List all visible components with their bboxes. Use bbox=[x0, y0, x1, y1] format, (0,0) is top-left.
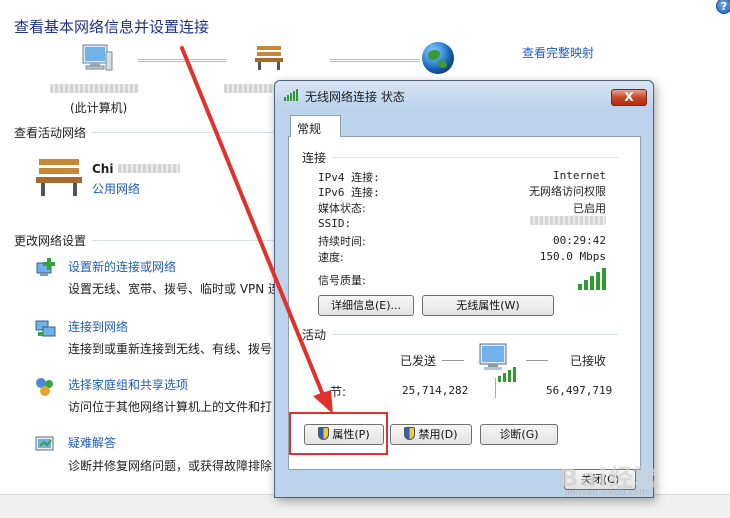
tab-general[interactable]: 常规 bbox=[290, 115, 341, 137]
change-settings-heading: 更改网络设置 bbox=[14, 234, 87, 248]
ipv6-value: 无网络访问权限 bbox=[529, 185, 606, 198]
bytes-sent-value: 25,714,282 bbox=[402, 384, 469, 397]
this-computer-label: (此计算机) bbox=[70, 101, 128, 115]
ipv4-label: IPv4 连接: bbox=[318, 171, 380, 184]
bytes-label: 节: bbox=[330, 385, 347, 399]
troubleshoot-icon bbox=[35, 436, 54, 451]
signal-bar bbox=[590, 276, 594, 290]
activity-group-title: 活动 bbox=[302, 328, 327, 342]
connection-line bbox=[330, 59, 420, 62]
connection-line bbox=[138, 59, 226, 62]
section-divider bbox=[92, 240, 276, 241]
activity-divider bbox=[495, 378, 496, 398]
ssid-label: SSID: bbox=[318, 217, 352, 230]
wireless-properties-button[interactable]: 无线属性(W) bbox=[422, 295, 554, 316]
task-link-new-connection[interactable]: 设置新的连接或网络 bbox=[68, 258, 176, 275]
network-activity-icon bbox=[479, 343, 516, 382]
task-link-connect-network[interactable]: 连接到网络 bbox=[68, 318, 128, 335]
computer-icon bbox=[82, 44, 113, 71]
internet-globe-icon bbox=[422, 42, 454, 74]
task-desc-homegroup: 访问位于其他网络计算机上的文件和打 bbox=[68, 400, 273, 414]
signal-bar bbox=[578, 284, 582, 290]
wireless-signal-icon bbox=[284, 89, 298, 101]
task-link-homegroup[interactable]: 选择家庭组和共享选项 bbox=[68, 376, 188, 393]
task-link-troubleshoot[interactable]: 疑难解答 bbox=[68, 434, 116, 451]
watermark-url: jingyan.baidu.com bbox=[565, 488, 649, 498]
activity-line bbox=[526, 360, 548, 361]
new-connection-icon bbox=[36, 258, 55, 276]
active-networks-heading: 查看活动网络 bbox=[14, 126, 87, 140]
signal-bar bbox=[602, 268, 606, 290]
duration-value: 00:29:42 bbox=[553, 234, 606, 247]
speed-label: 速度: bbox=[318, 251, 344, 264]
details-button[interactable]: 详细信息(E)... bbox=[318, 295, 414, 316]
signal-strength-icon bbox=[578, 268, 606, 290]
close-button[interactable]: X bbox=[611, 89, 647, 106]
uac-shield-icon bbox=[404, 427, 416, 440]
highlight-box bbox=[289, 412, 388, 455]
computer-name-blurred bbox=[50, 84, 138, 93]
network-name-blurred bbox=[118, 164, 180, 173]
bench-icon bbox=[255, 46, 283, 70]
connect-network-icon bbox=[35, 320, 56, 337]
network-name-blurred bbox=[224, 84, 274, 93]
dialog-titlebar[interactable]: 无线网络连接 状态 X bbox=[275, 81, 653, 107]
disable-button[interactable]: 禁用(D) bbox=[390, 424, 472, 445]
speed-value: 150.0 Mbps bbox=[539, 250, 606, 263]
dialog-title: 无线网络连接 状态 bbox=[305, 90, 405, 104]
signal-bar bbox=[584, 280, 588, 290]
media-state-value: 已启用 bbox=[573, 202, 606, 215]
diagnose-button[interactable]: 诊断(G) bbox=[480, 424, 558, 445]
group-divider bbox=[332, 157, 618, 158]
task-desc-connect-network: 连接到或重新连接到无线、有线、拨号 bbox=[68, 342, 273, 356]
task-desc-troubleshoot: 诊断并修复网络问题，或获得故障排除 bbox=[68, 459, 273, 473]
section-divider bbox=[92, 132, 276, 133]
activity-line bbox=[442, 360, 464, 361]
connection-group-title: 连接 bbox=[302, 151, 327, 165]
disable-button-label: 禁用(D) bbox=[418, 428, 458, 441]
bytes-received-value: 56,497,719 bbox=[546, 384, 613, 397]
signal-bar bbox=[596, 272, 600, 290]
network-type-link[interactable]: 公用网络 bbox=[92, 180, 140, 197]
media-state-label: 媒体状态: bbox=[318, 202, 366, 215]
page-title: 查看基本网络信息并设置连接 bbox=[14, 18, 210, 36]
task-desc-new-connection: 设置无线、宽带、拨号、临时或 VPN 连 bbox=[68, 282, 280, 296]
bench-icon bbox=[36, 159, 82, 196]
view-full-map-link[interactable]: 查看完整映射 bbox=[522, 44, 594, 61]
duration-label: 持续时间: bbox=[318, 235, 366, 248]
ssid-value-blurred bbox=[530, 216, 606, 225]
ipv4-value: Internet bbox=[553, 169, 606, 182]
received-label: 已接收 bbox=[570, 354, 607, 368]
signal-quality-label: 信号质量: bbox=[318, 274, 366, 287]
help-icon[interactable]: ? bbox=[716, 0, 730, 14]
sent-label: 已发送 bbox=[400, 354, 437, 368]
active-network-name: Chi bbox=[92, 162, 114, 176]
group-divider bbox=[332, 334, 618, 335]
ipv6-label: IPv6 连接: bbox=[318, 186, 380, 199]
homegroup-icon bbox=[36, 378, 53, 396]
